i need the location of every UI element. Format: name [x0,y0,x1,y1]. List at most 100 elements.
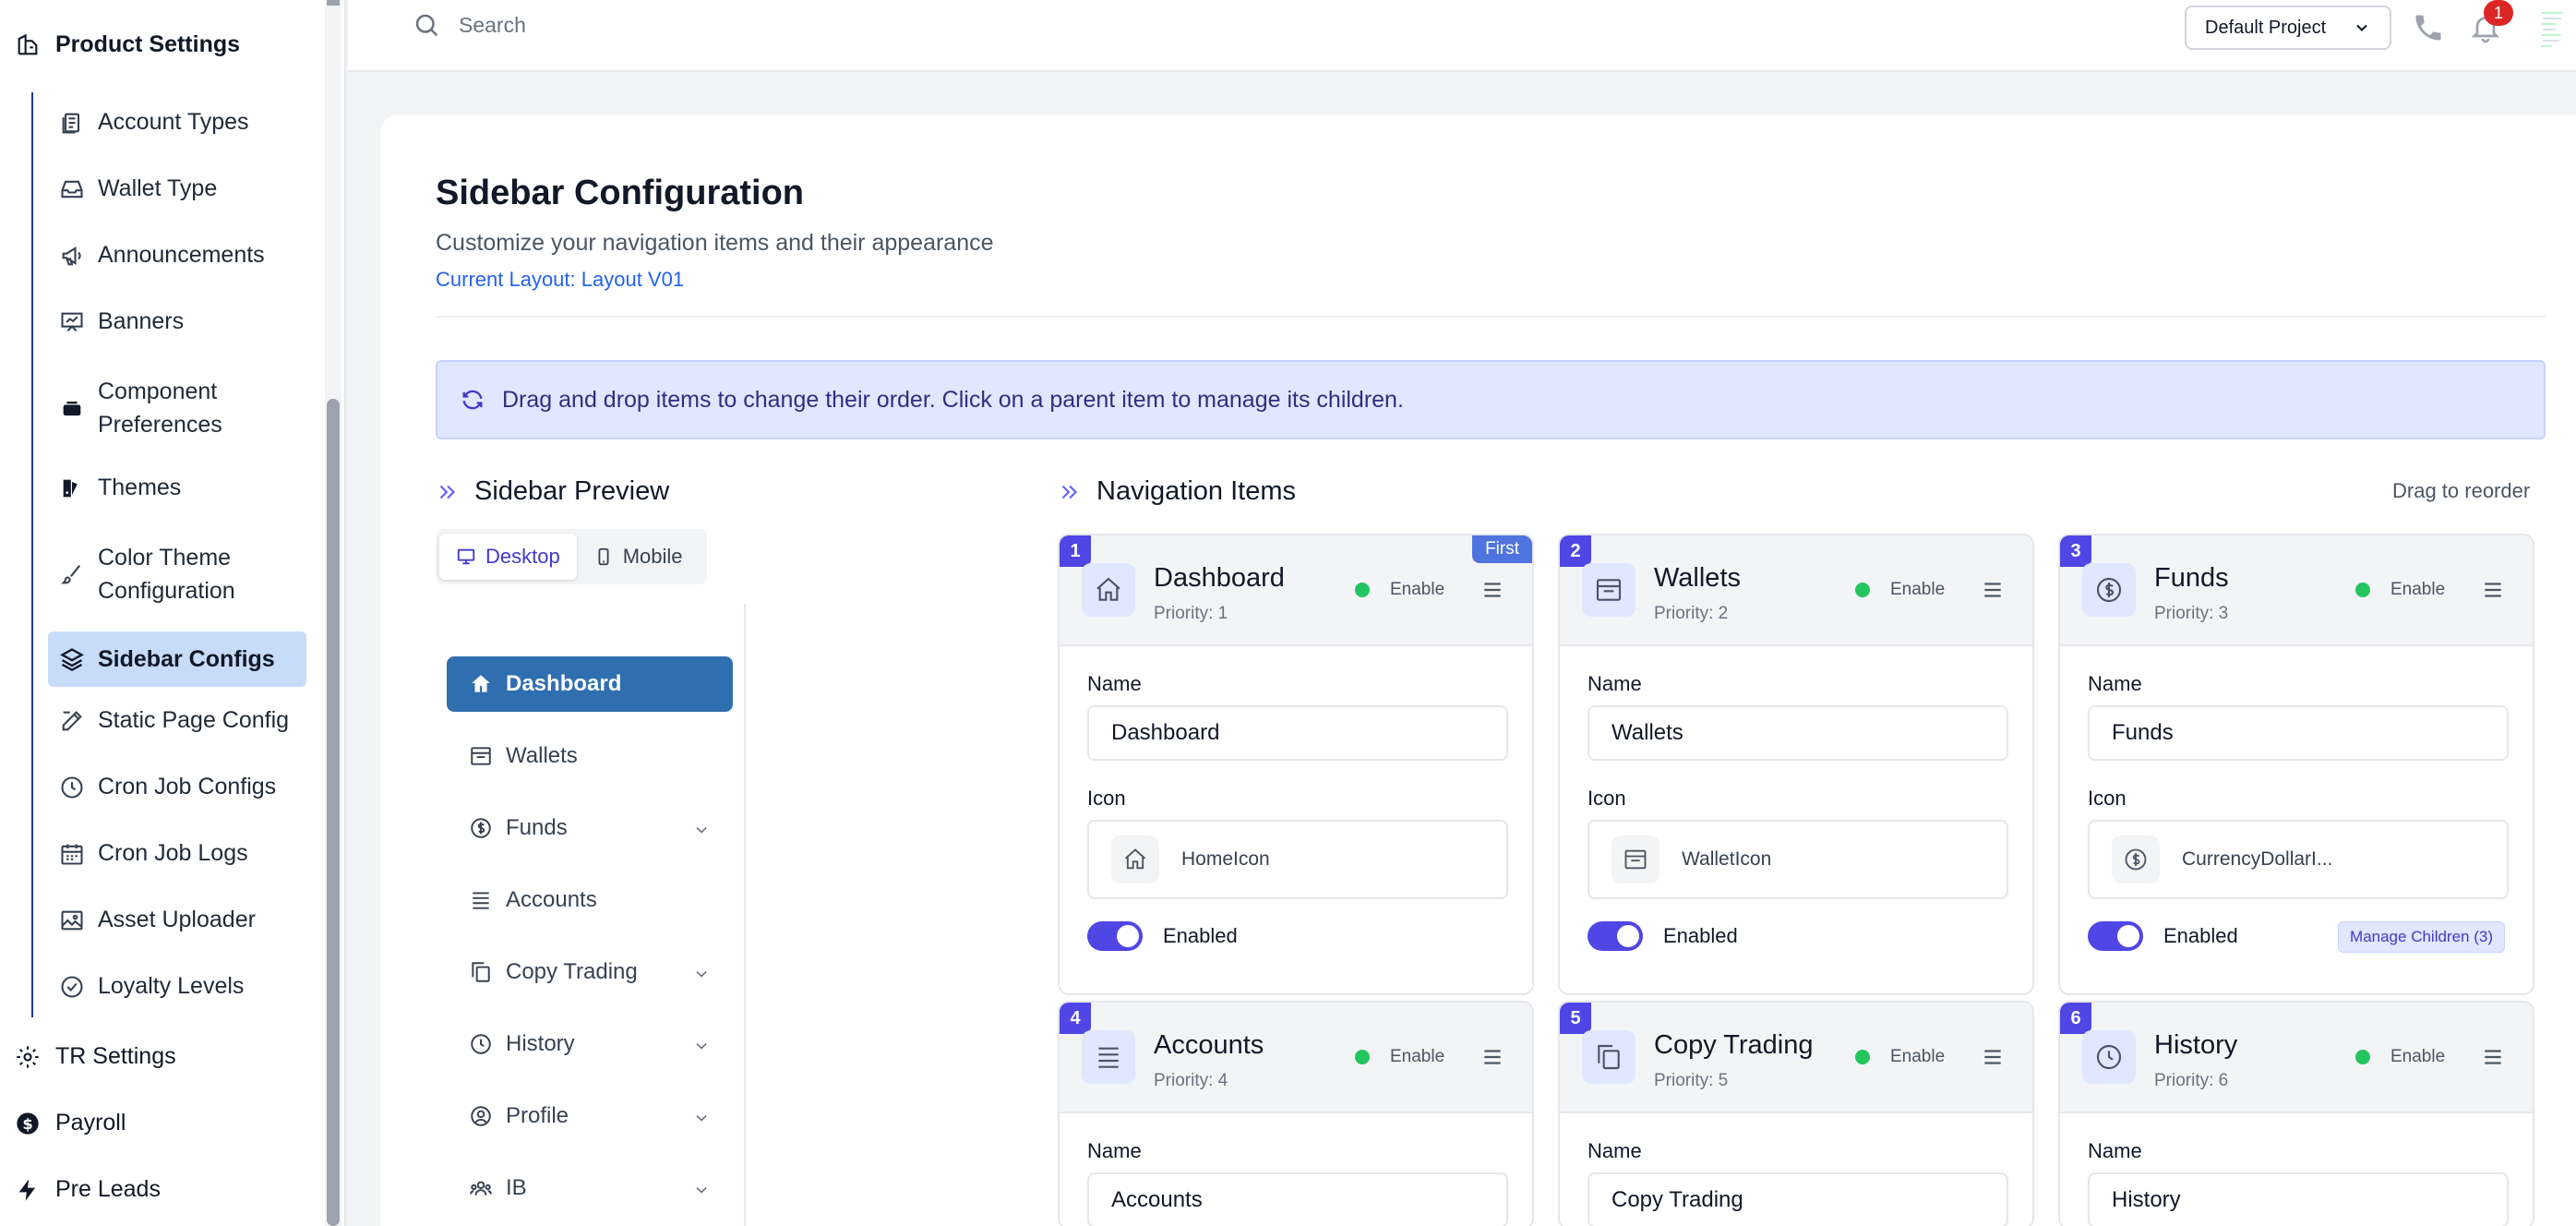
nav-card-header[interactable]: 3 Funds Priority: 3 Enable [2060,535,2533,646]
name-input[interactable] [1087,705,1508,761]
project-select-value: Default Project [2205,17,2327,38]
nav-card-header[interactable]: 5 Copy Trading Priority: 5 Enable [1560,1003,2032,1113]
card-number-badge: 6 [2060,1003,2091,1034]
name-input[interactable] [1087,1172,1508,1226]
tab-mobile[interactable]: Mobile [577,534,700,580]
drag-handle-icon[interactable] [1981,578,2005,602]
manage-children-button[interactable]: Manage Children (3) [2338,921,2505,953]
nav-card-accounts[interactable]: 4 Accounts Priority: 4 Enable Name [1058,1001,1534,1226]
sidebar-item-asset-uploader[interactable]: Asset Uploader [48,907,306,933]
presentation-icon [61,312,83,331]
tab-label: Mobile [622,545,683,568]
icon-thumb [1111,835,1159,883]
preview-item-copy-trading[interactable]: Copy Trading [447,944,733,1000]
enabled-toggle[interactable] [1588,921,1643,951]
phone-icon [2415,15,2441,41]
avatar[interactable] [2534,6,2570,52]
sidebar-item-cron-job-logs[interactable]: Cron Job Logs [48,840,306,867]
nav-card-header[interactable]: 2 Wallets Priority: 2 Enable [1560,535,2032,646]
sidebar-scrollbar-up[interactable] [327,0,340,6]
gear-icon [17,1045,39,1068]
card-title: Dashboard [1154,563,1285,593]
sidebar-item-component-preferences[interactable]: Component Preferences [48,375,306,441]
sidebar-scrollbar-thumb[interactable] [327,399,340,1226]
drag-handle-icon[interactable] [2481,578,2505,602]
brush-icon [61,565,80,584]
drag-handle-icon[interactable] [1480,578,1504,602]
inbox-icon [61,180,83,198]
sidebar-item-color-theme[interactable]: Color Theme Configuration [48,541,306,607]
nav-card-funds[interactable]: 3 Funds Priority: 3 Enable Name Icon Cur… [2058,534,2534,995]
avatar-icon [2541,12,2563,47]
sidebar-item-loyalty-levels[interactable]: Loyalty Levels [48,973,306,1000]
enabled-label: Enabled [2163,924,2238,947]
document-icon [62,113,80,134]
icon-picker[interactable]: CurrencyDollarI... [2088,820,2509,899]
card-status: Enable [1355,1047,1444,1067]
sidebar-item-label: Wallet Type [98,175,218,201]
nav-card-dashboard[interactable]: 1 First Dashboard Priority: 1 Enable Nam… [1058,534,1534,995]
sidebar-item-announcements[interactable]: Announcements [48,242,306,269]
drag-handle-icon[interactable] [2481,1045,2505,1069]
nav-card-body: Name Icon CurrencyDollarI... Enabled Man… [2060,672,2533,993]
status-label: Enable [1890,1047,1946,1066]
sidebar-item-label: Static Page Config [98,707,290,733]
sidebar-section-pre-leads[interactable]: Pre Leads [15,1176,161,1203]
preview-item-funds[interactable]: Funds [447,800,733,856]
nav-card-wallets[interactable]: 2 Wallets Priority: 2 Enable Name Icon W… [1558,534,2034,995]
sidebar-item-cron-job-configs[interactable]: Cron Job Configs [48,774,306,800]
mobile-icon [598,547,609,566]
current-layout-link[interactable]: Current Layout: Layout V01 [436,268,684,292]
preview-item-profile[interactable]: Profile [447,1088,733,1144]
name-input[interactable] [1588,705,2008,761]
search-input[interactable] [459,12,1012,38]
drag-handle-icon[interactable] [1981,1045,2005,1069]
sidebar-item-account-types[interactable]: Account Types [48,109,306,136]
sidebar-item-static-page-config[interactable]: Static Page Config [48,707,306,734]
card-priority: Priority: 1 [1154,604,1228,623]
chevron-down-icon [696,1186,707,1194]
sidebar-section-payroll[interactable]: $ Payroll [15,1110,126,1136]
product-icon [18,33,38,54]
icon-picker[interactable]: WalletIcon [1588,820,2008,899]
project-select[interactable]: Default Project [2185,6,2391,50]
sidebar-item-themes[interactable]: Themes [48,475,306,501]
desktop-icon [457,548,475,565]
sidebar-section-tr-settings[interactable]: TR Settings [15,1043,176,1070]
nav-card-header[interactable]: 4 Accounts Priority: 4 Enable [1060,1003,1532,1113]
name-input[interactable] [2088,1172,2509,1226]
sidebar-item-sidebar-configs[interactable]: Sidebar Configs [48,631,306,687]
phone-button[interactable] [2412,11,2445,44]
preview-item-label: Accounts [506,887,597,912]
nav-card-header[interactable]: 1 First Dashboard Priority: 1 Enable [1060,535,1532,646]
nav-card-copy-trading[interactable]: 5 Copy Trading Priority: 5 Enable Name [1558,1001,2034,1226]
icon-picker[interactable]: HomeIcon [1087,820,1508,899]
preview-item-history[interactable]: History [447,1016,733,1072]
icon-thumb [2112,835,2160,883]
enabled-toggle[interactable] [2088,921,2143,951]
preview-item-wallets[interactable]: Wallets [447,728,733,784]
search-box[interactable] [413,11,1012,39]
card-title: Wallets [1654,563,1741,593]
preview-item-accounts[interactable]: Accounts [447,872,733,928]
navigation-items-heading: Navigation Items [1058,476,1296,507]
preview-item-ib[interactable]: IB [447,1160,733,1216]
name-input[interactable] [2088,705,2509,761]
enabled-row: Enabled Manage Children (3) [2088,920,2505,953]
sidebar-item-banners[interactable]: Banners [48,308,306,335]
sidebar-item-wallet-type[interactable]: Wallet Type [48,175,306,202]
drag-handle-icon[interactable] [1480,1045,1504,1069]
nav-card-header[interactable]: 6 History Priority: 6 Enable [2060,1003,2533,1113]
nav-card-history[interactable]: 6 History Priority: 6 Enable Name [2058,1001,2534,1226]
name-label: Name [1087,672,1142,695]
name-input[interactable] [1588,1172,2008,1226]
info-banner-text: Drag and drop items to change their orde… [502,386,1404,413]
copy-icon [472,962,490,982]
sidebar-section-product-settings[interactable]: Product Settings [15,31,240,58]
tab-desktop[interactable]: Desktop [439,534,577,580]
card-number-badge: 2 [1560,535,1591,567]
enabled-toggle[interactable] [1087,921,1143,951]
nav-card-body: Name [1560,1139,2032,1226]
card-status: Enable [2355,580,2445,600]
preview-item-dashboard[interactable]: Dashboard [447,656,733,712]
